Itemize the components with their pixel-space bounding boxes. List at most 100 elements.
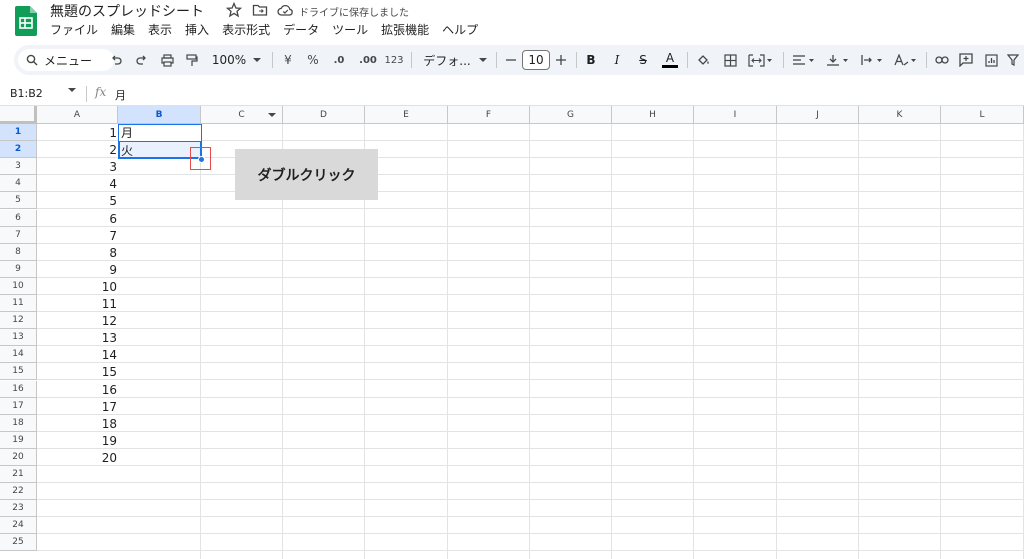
cell-a8[interactable]: 8 bbox=[37, 245, 117, 262]
italic-button[interactable]: I bbox=[608, 45, 626, 75]
row-header-14[interactable]: 14 bbox=[0, 346, 37, 363]
cell-a19[interactable]: 19 bbox=[37, 433, 117, 450]
insert-link-button[interactable] bbox=[932, 45, 952, 75]
row-header-21[interactable]: 21 bbox=[0, 466, 37, 483]
menu-view[interactable]: 表示 bbox=[148, 21, 172, 38]
undo-button[interactable] bbox=[106, 45, 126, 75]
menu-file[interactable]: ファイル bbox=[50, 21, 98, 38]
font-size-input[interactable]: 10 bbox=[522, 50, 550, 70]
filter-button[interactable] bbox=[1005, 45, 1021, 75]
column-header-i[interactable]: I bbox=[694, 106, 777, 124]
sheets-logo-icon[interactable] bbox=[15, 6, 37, 36]
column-header-l[interactable]: L bbox=[941, 106, 1024, 124]
column-header-a[interactable]: A bbox=[37, 106, 118, 124]
zoom-dropdown-button[interactable] bbox=[250, 45, 264, 75]
text-color-button[interactable]: A bbox=[659, 45, 681, 75]
column-header-j[interactable]: J bbox=[777, 106, 859, 124]
row-header-20[interactable]: 20 bbox=[0, 449, 37, 466]
cell-a20[interactable]: 20 bbox=[37, 450, 117, 467]
spreadsheet-grid[interactable]: ABCDEFGHIJKL 1 2 3 4 5 6 7 8 9 10 11 12 13 14 15 16 17 18… bbox=[0, 106, 1024, 559]
cell-a17[interactable]: 17 bbox=[37, 399, 117, 416]
cell-b2[interactable]: 火 bbox=[121, 143, 133, 160]
horizontal-align-button[interactable] bbox=[789, 45, 819, 75]
percent-format-button[interactable]: % bbox=[304, 45, 322, 75]
cell-a3[interactable]: 3 bbox=[37, 159, 117, 176]
insert-chart-button[interactable] bbox=[981, 45, 1001, 75]
decrease-font-size-button[interactable] bbox=[503, 45, 519, 75]
cell-a14[interactable]: 14 bbox=[37, 347, 117, 364]
row-header-19[interactable]: 19 bbox=[0, 432, 37, 449]
menu-tools[interactable]: ツール bbox=[332, 21, 368, 38]
row-header-15[interactable]: 15 bbox=[0, 363, 37, 380]
row-header-25[interactable]: 25 bbox=[0, 534, 37, 551]
increase-font-size-button[interactable] bbox=[553, 45, 569, 75]
cell-a13[interactable]: 13 bbox=[37, 330, 117, 347]
menu-search-button[interactable]: メニュー bbox=[18, 49, 114, 71]
number-format-button[interactable]: 123 bbox=[384, 45, 404, 75]
document-title[interactable]: 無題のスプレッドシート bbox=[50, 1, 204, 21]
strikethrough-button[interactable]: S bbox=[634, 45, 652, 75]
row-header-22[interactable]: 22 bbox=[0, 483, 37, 500]
menu-insert[interactable]: 挿入 bbox=[185, 21, 209, 38]
column-header-h[interactable]: H bbox=[612, 106, 694, 124]
row-header-11[interactable]: 11 bbox=[0, 295, 37, 312]
cell-a12[interactable]: 12 bbox=[37, 313, 117, 330]
row-header-5[interactable]: 5 bbox=[0, 192, 37, 209]
cell-a11[interactable]: 11 bbox=[37, 296, 117, 313]
name-box[interactable]: B1:B2 bbox=[10, 87, 43, 100]
print-button[interactable] bbox=[157, 45, 177, 75]
insert-comment-button[interactable] bbox=[956, 45, 976, 75]
row-header-23[interactable]: 23 bbox=[0, 500, 37, 517]
select-all-corner[interactable] bbox=[0, 106, 37, 124]
cell-b1[interactable]: 月 bbox=[121, 125, 133, 142]
fill-color-button[interactable] bbox=[694, 45, 714, 75]
merge-cells-button[interactable] bbox=[745, 45, 775, 75]
row-header-9[interactable]: 9 bbox=[0, 261, 37, 278]
chevron-down-icon[interactable] bbox=[68, 88, 76, 93]
font-dropdown-button[interactable] bbox=[476, 45, 490, 75]
redo-button[interactable] bbox=[132, 45, 152, 75]
column-header-f[interactable]: F bbox=[448, 106, 530, 124]
text-wrap-button[interactable] bbox=[857, 45, 887, 75]
cloud-saved-icon[interactable] bbox=[277, 2, 294, 18]
column-header-g[interactable]: G bbox=[530, 106, 612, 124]
row-header-12[interactable]: 12 bbox=[0, 312, 37, 329]
text-rotation-button[interactable] bbox=[891, 45, 921, 75]
increase-decimal-button[interactable]: .00 bbox=[355, 45, 381, 75]
row-header-17[interactable]: 17 bbox=[0, 398, 37, 415]
column-menu-chevron-icon[interactable] bbox=[268, 113, 276, 118]
column-header-b[interactable]: B bbox=[118, 106, 201, 124]
cell-a6[interactable]: 6 bbox=[37, 211, 117, 228]
decrease-decimal-button[interactable]: .0 bbox=[328, 45, 350, 75]
paint-format-button[interactable] bbox=[182, 45, 202, 75]
star-icon[interactable] bbox=[226, 2, 242, 18]
menu-data[interactable]: データ bbox=[283, 21, 319, 38]
row-header-7[interactable]: 7 bbox=[0, 227, 37, 244]
cell-a7[interactable]: 7 bbox=[37, 228, 117, 245]
cell-a16[interactable]: 16 bbox=[37, 382, 117, 399]
row-header-10[interactable]: 10 bbox=[0, 278, 37, 295]
column-header-c[interactable]: C bbox=[201, 106, 283, 124]
borders-button[interactable] bbox=[720, 45, 740, 75]
menu-edit[interactable]: 編集 bbox=[111, 21, 135, 38]
cell-a1[interactable]: 1 bbox=[37, 125, 117, 142]
cell-a9[interactable]: 9 bbox=[37, 262, 117, 279]
column-header-d[interactable]: D bbox=[283, 106, 365, 124]
column-header-k[interactable]: K bbox=[859, 106, 941, 124]
row-header-4[interactable]: 4 bbox=[0, 175, 37, 192]
fill-handle[interactable] bbox=[198, 156, 205, 163]
vertical-align-button[interactable] bbox=[823, 45, 853, 75]
cell-a10[interactable]: 10 bbox=[37, 279, 117, 296]
formula-input[interactable]: 月 bbox=[115, 87, 126, 103]
menu-format[interactable]: 表示形式 bbox=[222, 21, 270, 38]
cell-a18[interactable]: 18 bbox=[37, 416, 117, 433]
cell-a15[interactable]: 15 bbox=[37, 364, 117, 381]
row-header-18[interactable]: 18 bbox=[0, 415, 37, 432]
font-family-select[interactable]: デフォ... bbox=[418, 45, 476, 75]
row-header-8[interactable]: 8 bbox=[0, 244, 37, 261]
row-header-6[interactable]: 6 bbox=[0, 210, 37, 227]
row-header-3[interactable]: 3 bbox=[0, 158, 37, 175]
menu-extensions[interactable]: 拡張機能 bbox=[381, 21, 429, 38]
row-header-24[interactable]: 24 bbox=[0, 517, 37, 534]
column-header-e[interactable]: E bbox=[365, 106, 448, 124]
